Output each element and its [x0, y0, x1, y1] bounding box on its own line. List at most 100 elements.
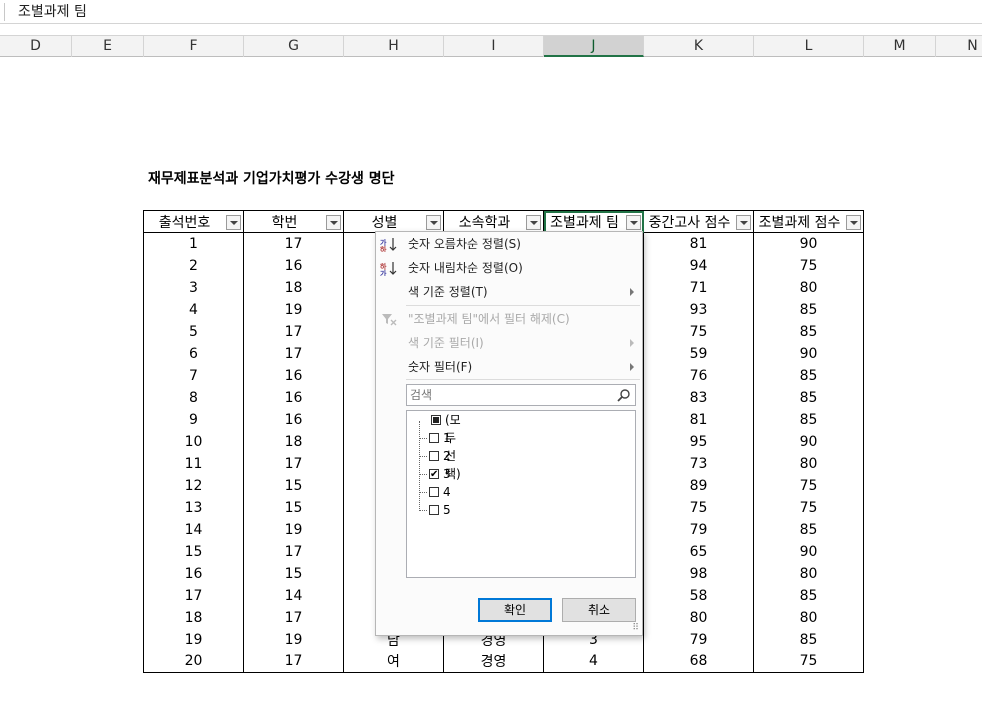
- table-cell[interactable]: 4: [143, 298, 244, 321]
- table-cell[interactable]: 16: [243, 386, 344, 409]
- table-cell[interactable]: 18: [243, 276, 344, 299]
- filter-value-checkbox[interactable]: [429, 466, 439, 484]
- table-cell[interactable]: 85: [753, 320, 864, 343]
- filter-dropdown-button[interactable]: [326, 215, 341, 230]
- table-cell[interactable]: 90: [753, 540, 864, 563]
- table-cell[interactable]: 95: [643, 430, 754, 453]
- table-cell[interactable]: 17: [243, 232, 344, 255]
- formula-bar[interactable]: 조별과제 팀: [0, 0, 982, 24]
- sort-by-color-item[interactable]: 색 기준 정렬(T): [376, 280, 642, 304]
- table-cell[interactable]: 17: [243, 540, 344, 563]
- table-cell[interactable]: 14: [143, 518, 244, 541]
- table-cell[interactable]: 76: [643, 364, 754, 387]
- table-cell[interactable]: 17: [143, 584, 244, 607]
- table-cell[interactable]: 16: [243, 408, 344, 431]
- table-cell[interactable]: 90: [753, 430, 864, 453]
- table-cell[interactable]: 75: [753, 254, 864, 277]
- table-cell[interactable]: 4: [543, 650, 644, 673]
- table-cell[interactable]: 90: [753, 342, 864, 365]
- table-cell[interactable]: 89: [643, 474, 754, 497]
- filter-search-box[interactable]: [406, 384, 636, 406]
- filter-value-checkbox[interactable]: [429, 451, 439, 461]
- table-cell[interactable]: 17: [243, 342, 344, 365]
- table-cell[interactable]: 19: [243, 628, 344, 651]
- filter-by-color-item[interactable]: 색 기준 필터(I): [376, 331, 642, 355]
- ok-button[interactable]: 확인: [478, 598, 552, 622]
- filter-value-checkbox[interactable]: [429, 505, 439, 515]
- filter-dropdown-button[interactable]: [226, 215, 241, 230]
- table-cell[interactable]: 85: [753, 628, 864, 651]
- table-cell[interactable]: 13: [143, 496, 244, 519]
- table-cell[interactable]: 6: [143, 342, 244, 365]
- table-cell[interactable]: 85: [753, 386, 864, 409]
- table-cell[interactable]: 16: [143, 562, 244, 585]
- table-cell[interactable]: 73: [643, 452, 754, 475]
- table-cell[interactable]: 80: [643, 606, 754, 629]
- sort-ascending-item[interactable]: 가하 숫자 오름차순 정렬(S): [376, 232, 642, 256]
- table-cell[interactable]: 15: [243, 474, 344, 497]
- column-header-g[interactable]: G: [244, 36, 344, 57]
- column-header-j[interactable]: J: [544, 36, 644, 57]
- table-cell[interactable]: 98: [643, 562, 754, 585]
- table-cell[interactable]: 80: [753, 606, 864, 629]
- table-cell[interactable]: 18: [243, 430, 344, 453]
- filter-value-list[interactable]: (모두 선택) 12345: [406, 410, 636, 578]
- number-filters-item[interactable]: 숫자 필터(F): [376, 355, 642, 379]
- formula-bar-value[interactable]: 조별과제 팀: [18, 3, 87, 21]
- table-cell[interactable]: 83: [643, 386, 754, 409]
- table-cell[interactable]: 81: [643, 408, 754, 431]
- column-header-f[interactable]: F: [144, 36, 244, 57]
- table-cell[interactable]: 58: [643, 584, 754, 607]
- table-cell[interactable]: 경영: [443, 650, 544, 673]
- table-cell[interactable]: 85: [753, 364, 864, 387]
- table-cell[interactable]: 16: [243, 364, 344, 387]
- filter-dropdown-button[interactable]: [426, 215, 441, 230]
- filter-dropdown-button[interactable]: [626, 215, 641, 230]
- table-cell[interactable]: 1: [143, 232, 244, 255]
- table-cell[interactable]: 80: [753, 562, 864, 585]
- sort-descending-item[interactable]: 하가 숫자 내림차순 정렬(O): [376, 256, 642, 280]
- table-cell[interactable]: 7: [143, 364, 244, 387]
- table-cell[interactable]: 90: [753, 232, 864, 255]
- table-cell[interactable]: 85: [753, 408, 864, 431]
- table-cell[interactable]: 3: [143, 276, 244, 299]
- table-cell[interactable]: 17: [243, 320, 344, 343]
- table-cell[interactable]: 17: [243, 650, 344, 673]
- table-cell[interactable]: 8: [143, 386, 244, 409]
- table-cell[interactable]: 19: [243, 518, 344, 541]
- filter-dropdown-button[interactable]: [846, 215, 861, 230]
- table-cell[interactable]: 19: [243, 298, 344, 321]
- table-cell[interactable]: 85: [753, 518, 864, 541]
- table-cell[interactable]: 75: [753, 650, 864, 673]
- table-cell[interactable]: 5: [143, 320, 244, 343]
- table-cell[interactable]: 59: [643, 342, 754, 365]
- table-cell[interactable]: 75: [643, 320, 754, 343]
- column-header-n[interactable]: N: [936, 36, 982, 57]
- column-header-e[interactable]: E: [72, 36, 144, 57]
- table-cell[interactable]: 17: [243, 606, 344, 629]
- table-cell[interactable]: 20: [143, 650, 244, 673]
- table-cell[interactable]: 15: [143, 540, 244, 563]
- table-cell[interactable]: 81: [643, 232, 754, 255]
- column-header-i[interactable]: I: [444, 36, 544, 57]
- table-cell[interactable]: 94: [643, 254, 754, 277]
- table-cell[interactable]: 12: [143, 474, 244, 497]
- table-cell[interactable]: 80: [753, 276, 864, 299]
- select-all-checkbox[interactable]: [431, 415, 441, 425]
- table-cell[interactable]: 9: [143, 408, 244, 431]
- table-cell[interactable]: 71: [643, 276, 754, 299]
- column-header-l[interactable]: L: [754, 36, 864, 57]
- table-cell[interactable]: 17: [243, 452, 344, 475]
- table-cell[interactable]: 79: [643, 628, 754, 651]
- column-header-h[interactable]: H: [344, 36, 444, 57]
- table-cell[interactable]: 15: [243, 496, 344, 519]
- table-cell[interactable]: 79: [643, 518, 754, 541]
- table-cell[interactable]: 75: [643, 496, 754, 519]
- column-header-d[interactable]: D: [0, 36, 72, 57]
- column-header-k[interactable]: K: [644, 36, 754, 57]
- search-icon[interactable]: [617, 388, 631, 402]
- filter-dropdown-button[interactable]: [736, 215, 751, 230]
- table-cell[interactable]: 85: [753, 298, 864, 321]
- table-cell[interactable]: 18: [143, 606, 244, 629]
- table-cell[interactable]: 16: [243, 254, 344, 277]
